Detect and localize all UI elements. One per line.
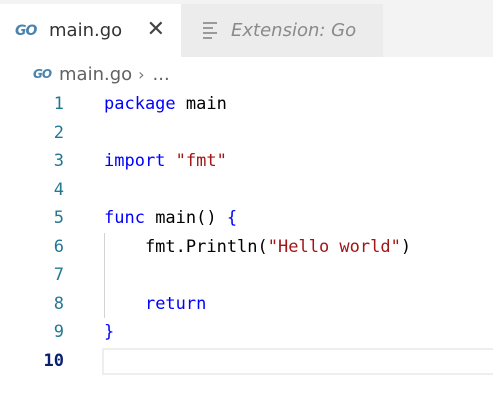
- line-number: 2: [53, 122, 64, 143]
- code-line[interactable]: 1 package main: [0, 90, 493, 119]
- breadcrumb-file[interactable]: main.go: [59, 64, 132, 85]
- line-number: 10: [43, 350, 64, 371]
- line-number: 7: [53, 265, 64, 286]
- code-text: import "fmt": [104, 151, 227, 171]
- code-editor[interactable]: 1 package main 2 3 import "fmt" 4 5 func main()…: [0, 91, 493, 408]
- line-number: 9: [53, 322, 64, 343]
- keyword-token: func: [104, 208, 145, 229]
- tab-bar: GO main.go ✕ Extension: Go: [0, 4, 493, 57]
- close-icon[interactable]: ✕: [147, 17, 165, 43]
- go-file-icon: GO: [15, 22, 37, 39]
- keyword-token: return: [144, 293, 207, 314]
- code-line[interactable]: 10: [0, 347, 493, 376]
- chevron-right-icon: ›: [138, 64, 145, 84]
- go-file-icon: GO: [33, 67, 52, 81]
- code-text: func main() {: [104, 208, 237, 228]
- code-line[interactable]: 5 func main() {: [0, 204, 493, 233]
- code-line[interactable]: 2: [0, 119, 493, 148]
- line-number: 4: [53, 179, 64, 200]
- code-token: ): [400, 236, 412, 257]
- string-token: "Hello world": [267, 236, 401, 257]
- line-number: 8: [53, 293, 64, 314]
- string-token: "fmt": [175, 151, 227, 172]
- code-text: }: [104, 322, 114, 342]
- code-text: fmt.Println("Hello world"): [104, 237, 411, 257]
- tab-label: Extension: Go: [231, 20, 357, 41]
- code-line[interactable]: 8 return: [0, 290, 493, 319]
- tab-main-go[interactable]: GO main.go ✕: [0, 4, 181, 57]
- code-line[interactable]: 9}: [0, 318, 493, 347]
- code-text: return: [104, 294, 206, 314]
- code-line[interactable]: 7: [0, 261, 493, 290]
- line-number: 1: [53, 94, 64, 115]
- code-token: main(): [144, 208, 227, 229]
- keyword-token: }: [104, 322, 115, 343]
- keyword-token: {: [226, 208, 238, 229]
- code-token: main: [175, 94, 227, 115]
- preview-icon: [203, 22, 229, 39]
- tab-extension-go[interactable]: Extension: Go: [181, 4, 383, 57]
- line-number: 5: [53, 208, 64, 229]
- keyword-token: import: [104, 151, 166, 172]
- current-line-highlight: [102, 347, 493, 375]
- keyword-token: package: [104, 94, 176, 115]
- breadcrumb: GO main.go › ...: [0, 57, 493, 91]
- code-line[interactable]: 6 fmt.Println("Hello world"): [0, 233, 493, 262]
- code-token: fmt.Println(: [104, 236, 268, 257]
- line-number: 3: [53, 151, 64, 172]
- breadcrumb-more[interactable]: ...: [153, 64, 170, 85]
- code-text: package main: [104, 94, 227, 114]
- tab-label: main.go: [49, 20, 123, 41]
- code-line[interactable]: 4: [0, 176, 493, 205]
- code-line[interactable]: 3 import "fmt": [0, 147, 493, 176]
- line-number: 6: [53, 236, 64, 257]
